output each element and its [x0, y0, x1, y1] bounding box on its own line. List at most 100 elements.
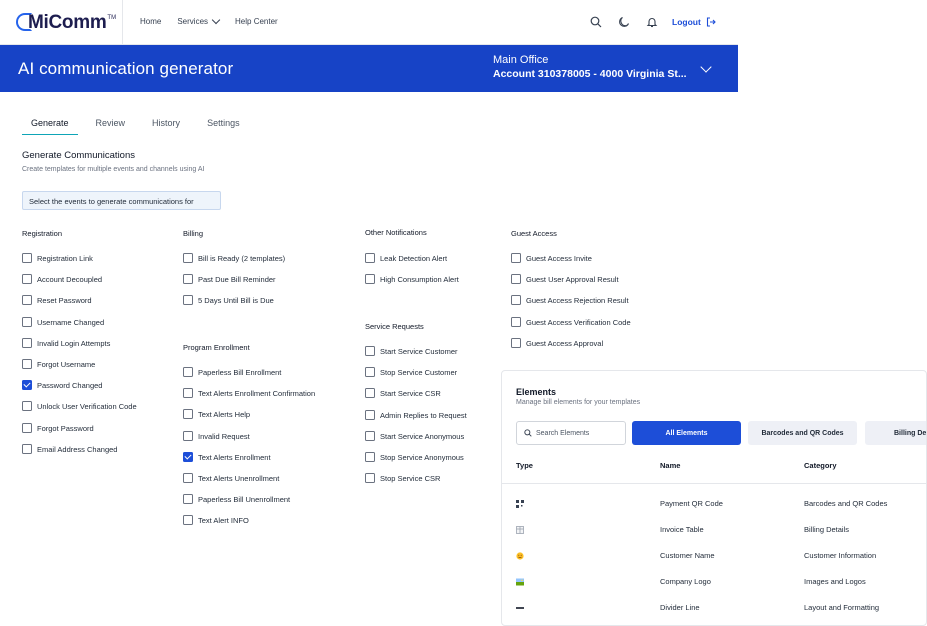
- event-checkbox[interactable]: [511, 295, 521, 305]
- event-checkbox[interactable]: [22, 253, 32, 263]
- tab-history[interactable]: History: [143, 118, 189, 135]
- event-label: Text Alerts Help: [198, 409, 251, 419]
- event-option[interactable]: Email Address Changed: [22, 444, 117, 454]
- tab-settings[interactable]: Settings: [198, 118, 249, 135]
- event-checkbox[interactable]: [511, 253, 521, 263]
- event-option[interactable]: Stop Service Customer: [365, 367, 457, 377]
- tab-review[interactable]: Review: [87, 118, 135, 135]
- event-option[interactable]: Reset Password: [22, 295, 92, 305]
- event-checkbox[interactable]: [183, 253, 193, 263]
- tab-generate[interactable]: Generate: [22, 118, 78, 135]
- event-checkbox[interactable]: [183, 515, 193, 525]
- event-option[interactable]: Past Due Bill Reminder: [183, 274, 276, 284]
- event-option[interactable]: Password Changed: [22, 380, 102, 390]
- event-checkbox[interactable]: [365, 410, 375, 420]
- filter-chip-billing-details[interactable]: Billing De: [865, 421, 926, 445]
- event-option[interactable]: Text Alerts Help: [183, 409, 250, 419]
- search-icon[interactable]: [589, 15, 603, 29]
- event-option[interactable]: Start Service Anonymous: [365, 431, 464, 441]
- nav-help-center-label: Help Center: [235, 17, 278, 26]
- event-option[interactable]: Guest Access Rejection Result: [511, 295, 629, 305]
- account-selector[interactable]: Main Office Account 310378005 - 4000 Vir…: [493, 54, 733, 80]
- event-option[interactable]: Start Service Customer: [365, 346, 458, 356]
- event-checkbox[interactable]: [22, 444, 32, 454]
- event-checkbox[interactable]: [183, 388, 193, 398]
- event-option[interactable]: Admin Replies to Request: [365, 410, 467, 420]
- nav-services[interactable]: Services: [177, 15, 221, 26]
- event-checkbox[interactable]: [22, 359, 32, 369]
- column-header-category[interactable]: Category: [804, 461, 837, 470]
- event-checkbox[interactable]: [22, 317, 32, 327]
- event-option[interactable]: Username Changed: [22, 317, 104, 327]
- event-option[interactable]: Forgot Password: [22, 423, 94, 433]
- event-option[interactable]: High Consumption Alert: [365, 274, 459, 284]
- table-row[interactable]: Invoice Table Billing Details: [502, 517, 926, 543]
- event-option[interactable]: Text Alerts Unenrollment: [183, 473, 279, 483]
- event-checkbox[interactable]: [365, 452, 375, 462]
- table-row[interactable]: Company Logo Images and Logos: [502, 569, 926, 595]
- column-header-name[interactable]: Name: [660, 461, 680, 470]
- event-checkbox[interactable]: [511, 274, 521, 284]
- logout-button[interactable]: Logout: [672, 17, 716, 27]
- event-checkbox[interactable]: [365, 346, 375, 356]
- column-header-type[interactable]: Type: [516, 461, 533, 470]
- table-row[interactable]: Payment QR Code Barcodes and QR Codes: [502, 491, 926, 517]
- event-option[interactable]: Bill is Ready (2 templates): [183, 253, 285, 263]
- nav-help-center[interactable]: Help Center: [235, 17, 278, 26]
- event-option[interactable]: Start Service CSR: [365, 388, 441, 398]
- event-option[interactable]: 5 Days Until Bill is Due: [183, 295, 274, 305]
- chevron-down-icon: [211, 15, 221, 25]
- event-checkbox[interactable]: [183, 274, 193, 284]
- event-checkbox[interactable]: [365, 473, 375, 483]
- event-checkbox[interactable]: [365, 367, 375, 377]
- event-option[interactable]: Guest User Approval Result: [511, 274, 619, 284]
- search-icon: [524, 429, 532, 437]
- event-checkbox[interactable]: [183, 409, 193, 419]
- event-checkbox[interactable]: [22, 338, 32, 348]
- event-checkbox[interactable]: [183, 295, 193, 305]
- event-checkbox[interactable]: [511, 317, 521, 327]
- event-option[interactable]: Account Decoupled: [22, 274, 102, 284]
- event-option[interactable]: Stop Service CSR: [365, 473, 440, 483]
- event-checkbox[interactable]: [22, 401, 32, 411]
- event-option[interactable]: Text Alerts Enrollment Confirmation: [183, 388, 315, 398]
- event-option[interactable]: Forgot Username: [22, 359, 95, 369]
- table-row[interactable]: Divider Line Layout and Formatting: [502, 595, 926, 621]
- event-option[interactable]: Invalid Login Attempts: [22, 338, 110, 348]
- event-checkbox[interactable]: [183, 452, 193, 462]
- event-checkbox[interactable]: [22, 295, 32, 305]
- event-checkbox[interactable]: [183, 473, 193, 483]
- event-option[interactable]: Guest Access Approval: [511, 338, 603, 348]
- table-row[interactable]: Customer Name Customer Information: [502, 543, 926, 569]
- event-option[interactable]: Registration Link: [22, 253, 93, 263]
- event-option[interactable]: Text Alert INFO: [183, 515, 249, 525]
- event-checkbox[interactable]: [365, 388, 375, 398]
- event-checkbox[interactable]: [183, 367, 193, 377]
- event-checkbox[interactable]: [183, 431, 193, 441]
- event-option[interactable]: Guest Access Verification Code: [511, 317, 631, 327]
- event-option[interactable]: Invalid Request: [183, 431, 250, 441]
- filter-chip-all-elements[interactable]: All Elements: [632, 421, 741, 445]
- event-checkbox[interactable]: [365, 253, 375, 263]
- event-option[interactable]: Guest Access Invite: [511, 253, 592, 263]
- event-option[interactable]: Stop Service Anonymous: [365, 452, 464, 462]
- search-elements-input[interactable]: Search Elements: [516, 421, 626, 445]
- event-checkbox[interactable]: [365, 431, 375, 441]
- nav-home[interactable]: Home: [140, 17, 161, 26]
- dark-mode-moon-icon[interactable]: [617, 15, 631, 29]
- event-option[interactable]: Text Alerts Enrollment: [183, 452, 271, 462]
- event-option[interactable]: Leak Detection Alert: [365, 253, 447, 263]
- event-option[interactable]: Unlock User Verification Code: [22, 401, 137, 411]
- event-checkbox[interactable]: [22, 380, 32, 390]
- event-label: Forgot Password: [37, 423, 94, 433]
- event-checkbox[interactable]: [183, 494, 193, 504]
- event-checkbox[interactable]: [22, 274, 32, 284]
- event-option[interactable]: Paperless Bill Enrollment: [183, 367, 281, 377]
- filter-chip-barcodes[interactable]: Barcodes and QR Codes: [748, 421, 857, 445]
- notification-bell-icon[interactable]: [645, 15, 659, 29]
- event-checkbox[interactable]: [365, 274, 375, 284]
- event-checkbox[interactable]: [511, 338, 521, 348]
- event-checkbox[interactable]: [22, 423, 32, 433]
- micomm-logo[interactable]: MiComm TM: [16, 12, 116, 34]
- event-option[interactable]: Paperless Bill Unenrollment: [183, 494, 290, 504]
